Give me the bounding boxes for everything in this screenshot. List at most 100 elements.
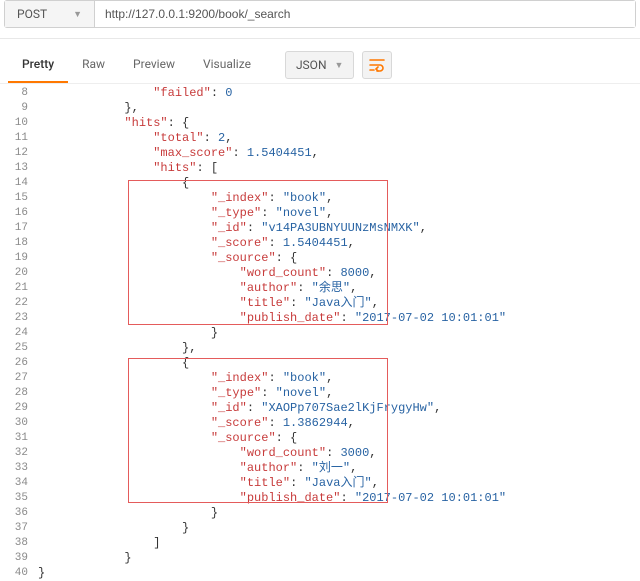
line-number: 39 xyxy=(0,551,38,566)
code-content: "_score": 1.5404451, xyxy=(38,236,640,251)
line-number: 31 xyxy=(0,431,38,446)
format-label: JSON xyxy=(296,58,327,72)
line-number: 15 xyxy=(0,191,38,206)
code-content: } xyxy=(38,506,640,521)
code-line: 13 "hits": [ xyxy=(0,161,640,176)
url-input[interactable] xyxy=(95,1,635,27)
line-number: 9 xyxy=(0,101,38,116)
code-line: 32 "word_count": 3000, xyxy=(0,446,640,461)
line-number: 36 xyxy=(0,506,38,521)
code-line: 15 "_index": "book", xyxy=(0,191,640,206)
code-line: 23 "publish_date": "2017-07-02 10:01:01" xyxy=(0,311,640,326)
wrap-icon xyxy=(369,58,385,72)
code-content: { xyxy=(38,356,640,371)
code-line: 36 } xyxy=(0,506,640,521)
code-content: "_index": "book", xyxy=(38,191,640,206)
code-content: } xyxy=(38,326,640,341)
code-line: 25 }, xyxy=(0,341,640,356)
line-number: 33 xyxy=(0,461,38,476)
tab-preview[interactable]: Preview xyxy=(119,47,189,83)
line-number: 14 xyxy=(0,176,38,191)
code-line: 34 "title": "Java入门", xyxy=(0,476,640,491)
code-line: 17 "_id": "v14PA3UBNYUUNzMsNMXK", xyxy=(0,221,640,236)
code-line: 11 "total": 2, xyxy=(0,131,640,146)
response-body[interactable]: 8 "failed": 09 },10 "hits": {11 "total":… xyxy=(0,84,640,581)
code-content: }, xyxy=(38,341,640,356)
code-line: 22 "title": "Java入门", xyxy=(0,296,640,311)
line-number: 25 xyxy=(0,341,38,356)
line-number: 38 xyxy=(0,536,38,551)
code-content: "_id": "v14PA3UBNYUUNzMsNMXK", xyxy=(38,221,640,236)
http-method-select[interactable]: POST ▼ xyxy=(5,1,95,27)
line-number: 16 xyxy=(0,206,38,221)
chevron-down-icon: ▼ xyxy=(73,9,82,20)
code-line: 21 "author": "余思", xyxy=(0,281,640,296)
code-content: "author": "余思", xyxy=(38,281,640,296)
line-number: 22 xyxy=(0,296,38,311)
line-number: 19 xyxy=(0,251,38,266)
code-line: 31 "_source": { xyxy=(0,431,640,446)
line-number: 17 xyxy=(0,221,38,236)
code-line: 10 "hits": { xyxy=(0,116,640,131)
code-content: "hits": [ xyxy=(38,161,640,176)
code-content: "_id": "XAOPp707Sae2lKjFrygyHw", xyxy=(38,401,640,416)
code-content: { xyxy=(38,176,640,191)
code-line: 26 { xyxy=(0,356,640,371)
line-number: 13 xyxy=(0,161,38,176)
tab-raw[interactable]: Raw xyxy=(68,47,119,83)
chevron-down-icon: ▼ xyxy=(335,60,344,71)
code-content: "_type": "novel", xyxy=(38,386,640,401)
code-content: } xyxy=(38,566,640,581)
request-bar: POST ▼ xyxy=(4,0,636,28)
code-line: 24 } xyxy=(0,326,640,341)
code-line: 19 "_source": { xyxy=(0,251,640,266)
line-number: 34 xyxy=(0,476,38,491)
code-content: "_source": { xyxy=(38,431,640,446)
code-content: "title": "Java入门", xyxy=(38,296,640,311)
code-line: 39 } xyxy=(0,551,640,566)
line-number: 20 xyxy=(0,266,38,281)
code-line: 9 }, xyxy=(0,101,640,116)
code-line: 37 } xyxy=(0,521,640,536)
http-method-label: POST xyxy=(17,7,47,21)
line-number: 12 xyxy=(0,146,38,161)
line-number: 37 xyxy=(0,521,38,536)
code-line: 29 "_id": "XAOPp707Sae2lKjFrygyHw", xyxy=(0,401,640,416)
line-number: 40 xyxy=(0,566,38,581)
code-line: 14 { xyxy=(0,176,640,191)
line-number: 11 xyxy=(0,131,38,146)
code-content: "_source": { xyxy=(38,251,640,266)
tab-pretty[interactable]: Pretty xyxy=(8,47,68,83)
line-number: 23 xyxy=(0,311,38,326)
code-content: "_score": 1.3862944, xyxy=(38,416,640,431)
code-content: "max_score": 1.5404451, xyxy=(38,146,640,161)
code-content: "_index": "book", xyxy=(38,371,640,386)
code-content: "word_count": 3000, xyxy=(38,446,640,461)
code-line: 8 "failed": 0 xyxy=(0,86,640,101)
code-content: "author": "刘一", xyxy=(38,461,640,476)
code-content: "failed": 0 xyxy=(38,86,640,101)
wrap-toggle-button[interactable] xyxy=(362,51,392,79)
line-number: 10 xyxy=(0,116,38,131)
line-number: 26 xyxy=(0,356,38,371)
code-content: "title": "Java入门", xyxy=(38,476,640,491)
code-line: 12 "max_score": 1.5404451, xyxy=(0,146,640,161)
line-number: 18 xyxy=(0,236,38,251)
code-line: 35 "publish_date": "2017-07-02 10:01:01" xyxy=(0,491,640,506)
code-content: } xyxy=(38,551,640,566)
line-number: 28 xyxy=(0,386,38,401)
code-content: }, xyxy=(38,101,640,116)
line-number: 35 xyxy=(0,491,38,506)
code-line: 16 "_type": "novel", xyxy=(0,206,640,221)
line-number: 21 xyxy=(0,281,38,296)
tab-visualize[interactable]: Visualize xyxy=(189,47,265,83)
line-number: 24 xyxy=(0,326,38,341)
format-select[interactable]: JSON ▼ xyxy=(285,51,354,79)
line-number: 8 xyxy=(0,86,38,101)
code-content: "publish_date": "2017-07-02 10:01:01" xyxy=(38,491,640,506)
code-content: "_type": "novel", xyxy=(38,206,640,221)
code-content: "publish_date": "2017-07-02 10:01:01" xyxy=(38,311,640,326)
code-content: "hits": { xyxy=(38,116,640,131)
line-number: 32 xyxy=(0,446,38,461)
code-line: 40} xyxy=(0,566,640,581)
